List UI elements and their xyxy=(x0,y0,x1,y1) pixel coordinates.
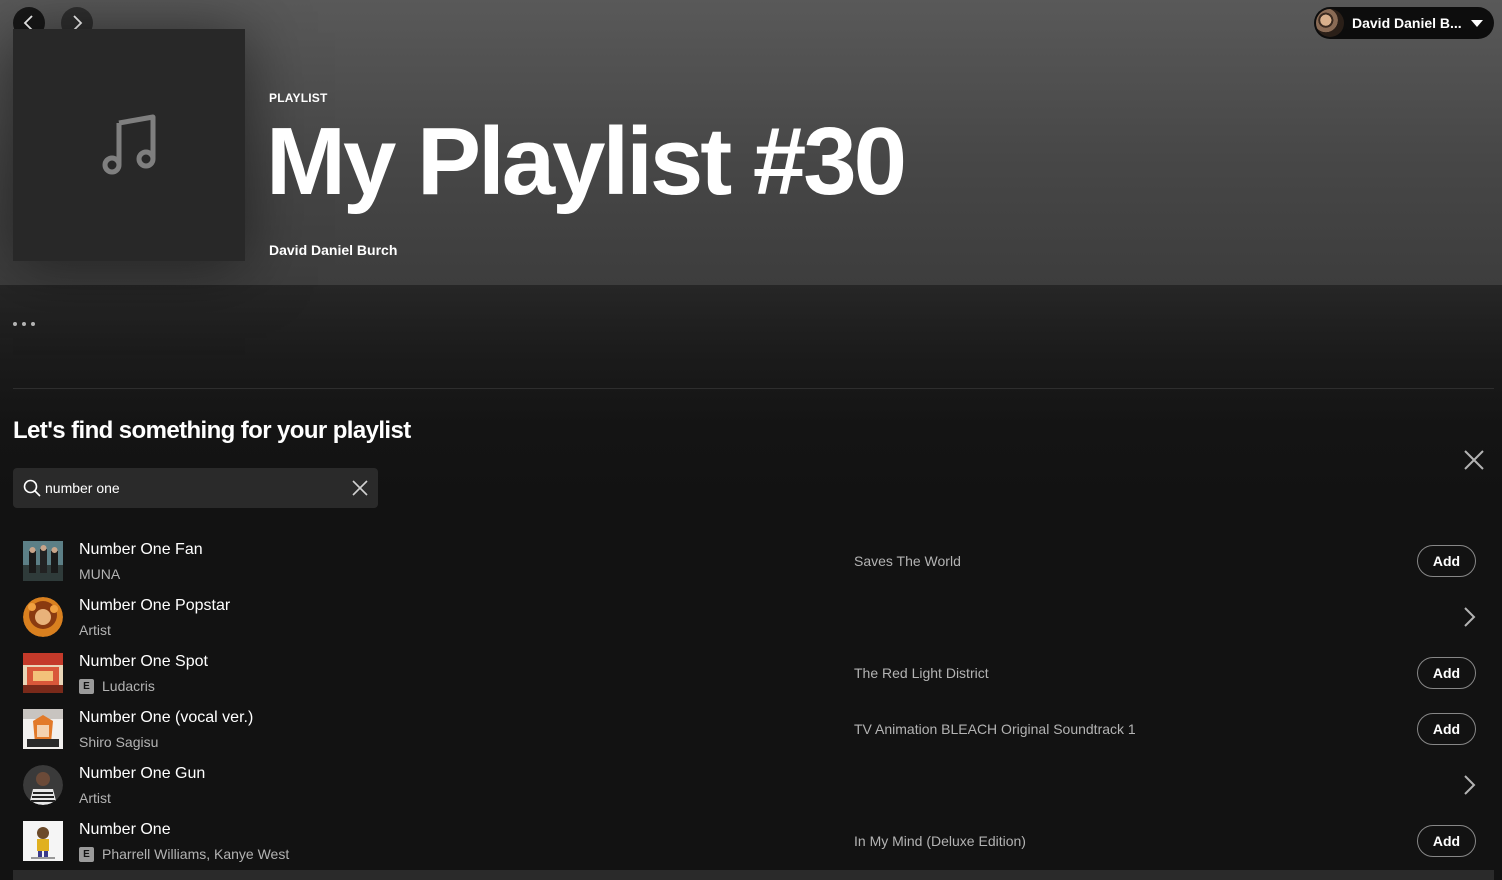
result-row[interactable]: Number One Spot E Ludacris The Red Light… xyxy=(13,645,1494,701)
page-title[interactable]: My Playlist #30 xyxy=(266,107,907,217)
divider xyxy=(13,388,1494,389)
result-artist-line[interactable]: E Ludacris xyxy=(79,678,155,694)
result-title[interactable]: Number One Gun xyxy=(79,765,205,783)
user-name: David Daniel B... xyxy=(1352,15,1462,31)
add-button[interactable]: Add xyxy=(1417,825,1476,857)
add-button[interactable]: Add xyxy=(1417,657,1476,689)
close-icon[interactable] xyxy=(1462,448,1486,472)
result-album[interactable]: TV Animation BLEACH Original Soundtrack … xyxy=(854,721,1136,737)
user-menu-button[interactable]: David Daniel B... xyxy=(1314,7,1494,39)
explicit-badge: E xyxy=(79,846,94,862)
result-artist-line[interactable]: E Pharrell Williams, Kanye West xyxy=(79,846,289,862)
chevron-right-icon[interactable] xyxy=(1457,773,1481,797)
album-art xyxy=(23,821,63,861)
caret-down-icon xyxy=(1471,20,1483,27)
result-title[interactable]: Number One (vocal ver.) xyxy=(79,709,253,727)
result-row[interactable]: Number One E Pharrell Williams, Kanye We… xyxy=(13,813,1494,869)
result-artist[interactable]: MUNA xyxy=(79,566,120,582)
result-type: Artist xyxy=(79,622,111,638)
result-title[interactable]: Number One xyxy=(79,821,171,839)
artist-avatar xyxy=(23,597,63,637)
artist-avatar xyxy=(23,765,63,805)
avatar xyxy=(1316,9,1344,37)
more-horizontal-icon xyxy=(13,322,17,326)
result-artist[interactable]: Pharrell Williams, Kanye West xyxy=(102,846,289,862)
album-art xyxy=(23,653,63,693)
search-icon xyxy=(23,479,41,497)
result-artist[interactable]: Ludacris xyxy=(102,678,155,694)
search-results: Number One Fan MUNA Saves The World Add … xyxy=(13,533,1494,869)
chevron-right-icon[interactable] xyxy=(1457,605,1481,629)
album-art xyxy=(23,541,63,581)
more-dot xyxy=(22,322,26,326)
more-options-button[interactable] xyxy=(13,312,45,336)
result-title[interactable]: Number One Spot xyxy=(79,653,208,671)
music-note-icon xyxy=(102,114,156,175)
playlist-owner-link[interactable]: David Daniel Burch xyxy=(269,242,397,258)
playlist-type-label: PLAYLIST xyxy=(269,91,328,105)
result-album[interactable]: Saves The World xyxy=(854,553,961,569)
playlist-cover[interactable] xyxy=(13,29,245,261)
add-button[interactable]: Add xyxy=(1417,545,1476,577)
result-title[interactable]: Number One Fan xyxy=(79,541,203,559)
explicit-badge: E xyxy=(79,678,94,694)
find-heading: Let's find something for your playlist xyxy=(13,417,411,444)
album-art xyxy=(23,709,63,749)
search-input[interactable] xyxy=(45,468,345,508)
result-album[interactable]: The Red Light District xyxy=(854,665,989,681)
result-type: Artist xyxy=(79,790,111,806)
result-artist[interactable]: Shiro Sagisu xyxy=(79,734,158,750)
result-album[interactable]: In My Mind (Deluxe Edition) xyxy=(854,833,1026,849)
next-result-row-partial[interactable] xyxy=(13,870,1494,880)
more-dot xyxy=(31,322,35,326)
clear-icon[interactable] xyxy=(351,479,369,497)
result-row[interactable]: Number One Gun Artist xyxy=(13,757,1494,813)
result-row[interactable]: Number One Fan MUNA Saves The World Add xyxy=(13,533,1494,589)
result-title[interactable]: Number One Popstar xyxy=(79,597,230,615)
add-button[interactable]: Add xyxy=(1417,713,1476,745)
result-row[interactable]: Number One Popstar Artist xyxy=(13,589,1494,645)
search-field[interactable] xyxy=(13,468,378,508)
result-row[interactable]: Number One (vocal ver.) Shiro Sagisu TV … xyxy=(13,701,1494,757)
